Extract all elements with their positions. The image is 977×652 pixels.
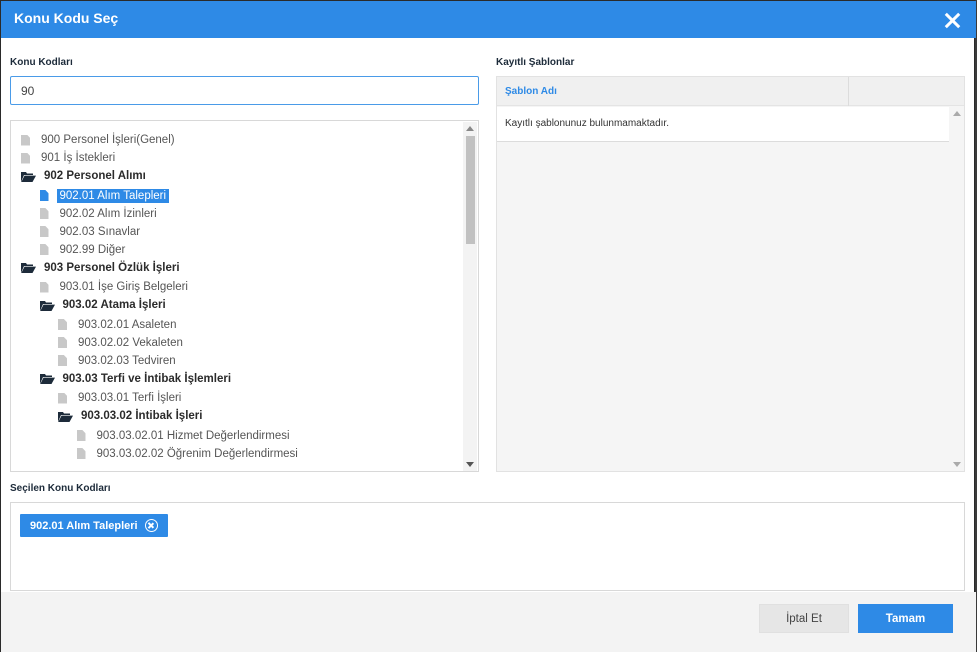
konu-kodu-sec-dialog: Konu Kodu Seç Konu Kodları 900 Personel … xyxy=(0,0,976,652)
document-icon xyxy=(58,355,67,366)
scrollbar-thumb[interactable] xyxy=(466,136,475,244)
document-icon xyxy=(58,392,67,404)
scroll-down-icon[interactable] xyxy=(466,462,474,467)
tree-item-label: 902.01 Alım Talepleri xyxy=(56,188,170,203)
tree-scrollbar[interactable] xyxy=(463,122,477,471)
folder-open-icon xyxy=(21,171,36,182)
konu-kodu-search-input[interactable] xyxy=(10,76,479,105)
tree-item-label: 903.02.03 Tedviren xyxy=(78,354,176,367)
document-icon xyxy=(39,226,49,237)
document-icon xyxy=(39,208,49,219)
selected-code-chip[interactable]: 902.01 Alım Talepleri xyxy=(20,514,168,537)
document-icon xyxy=(21,134,30,146)
dialog-footer: İptal Et Tamam xyxy=(1,592,976,652)
tree-doc-item[interactable]: 902.01 Alım Talepleri xyxy=(39,187,170,205)
folder-open-icon xyxy=(39,300,55,311)
tree-doc-item[interactable]: 903.03.02.01 Hizmet Değerlendirmesi xyxy=(76,427,293,445)
document-icon xyxy=(58,337,67,348)
konu-kodlari-tree: 900 Personel İşleri(Genel) 901 İş İstekle… xyxy=(10,120,479,472)
tree-item-label: 903.02 Atama İşleri xyxy=(62,299,166,311)
tree-item-label: 901 İş İstekleri xyxy=(41,152,116,164)
chip-label: 902.01 Alım Talepleri xyxy=(30,519,138,532)
sablon-scrollbar[interactable] xyxy=(950,107,964,471)
dialog-title: Konu Kodu Seç xyxy=(14,10,119,26)
scroll-up-icon[interactable] xyxy=(953,111,961,116)
tree-item-label: 903.03.02 İntibak İşleri xyxy=(81,410,203,422)
tree-item-label: 903.03.02.01 Hizmet Değerlendirmesi xyxy=(96,429,290,442)
tree-doc-item[interactable]: 901 İş İstekleri xyxy=(21,149,118,167)
document-icon xyxy=(39,244,49,255)
folder-open-icon xyxy=(21,262,36,273)
scroll-up-icon[interactable] xyxy=(466,126,474,131)
sablon-table-header: Şablon Adı xyxy=(497,77,964,106)
tree-item-label: 903.03.01 Terfi İşleri xyxy=(78,392,182,404)
tree-item-label: 903.03.02.02 Öğrenim Değerlendirmesi xyxy=(96,447,298,460)
tree-doc-item[interactable]: 902.03 Sınavlar xyxy=(39,223,144,241)
tree-item-label: 900 Personel İşleri(Genel) xyxy=(41,134,175,146)
secilen-kodlar-box: 902.01 Alım Talepleri xyxy=(10,502,965,591)
tree-folder-item[interactable]: 902 Personel Alımı xyxy=(21,167,149,185)
dialog-titlebar: Konu Kodu Seç xyxy=(1,1,976,38)
tree-item-label: 903.02.01 Asaleten xyxy=(78,318,177,331)
close-icon[interactable] xyxy=(942,10,962,30)
tree-doc-item[interactable]: 902.99 Diğer xyxy=(39,241,129,259)
sablon-empty-message: Kayıtlı şablonunuz bulunmamaktadır. xyxy=(505,118,669,129)
document-icon xyxy=(76,430,86,441)
tree-doc-item[interactable]: 903.03.01 Terfi İşleri xyxy=(58,389,184,407)
document-icon xyxy=(39,281,49,293)
tamam-button[interactable]: Tamam xyxy=(858,604,953,633)
tree-folder-item[interactable]: 903 Personel Özlük İşleri xyxy=(21,259,183,277)
tree-item-label: 903 Personel Özlük İşleri xyxy=(44,261,180,274)
tree-item-label: 902 Personel Alımı xyxy=(44,170,146,182)
tree-doc-item[interactable]: 902.02 Alım İzinleri xyxy=(39,205,160,223)
tree-item-label: 903.03 Terfi ve İntibak İşlemleri xyxy=(62,372,232,385)
scroll-down-icon[interactable] xyxy=(953,462,961,467)
sablon-adi-column-header[interactable]: Şablon Adı xyxy=(505,86,557,97)
tree-doc-item[interactable]: 903.03.02.02 Öğrenim Değerlendirmesi xyxy=(76,445,301,463)
secilen-konu-kodlari-label: Seçilen Konu Kodları xyxy=(10,483,111,494)
iptal-et-button[interactable]: İptal Et xyxy=(759,604,849,633)
tree-item-label: 903.01 İşe Giriş Belgeleri xyxy=(59,281,188,293)
sablon-table: Şablon Adı Kayıtlı şablonunuz bulunmamak… xyxy=(496,76,965,472)
remove-circle-icon[interactable] xyxy=(144,519,158,532)
kayitli-sablonlar-label: Kayıtlı Şablonlar xyxy=(496,57,575,68)
document-icon xyxy=(39,190,49,201)
tree-item-label: 902.02 Alım İzinleri xyxy=(59,207,157,220)
tree-doc-item[interactable]: 903.02.03 Tedviren xyxy=(58,352,179,370)
tree-doc-item[interactable]: 903.02.02 Vekaleten xyxy=(58,334,186,352)
tree-doc-item[interactable]: 900 Personel İşleri(Genel) xyxy=(21,131,178,149)
tree-folder-item[interactable]: 903.03.02 İntibak İşleri xyxy=(58,407,205,425)
tree-doc-item[interactable]: 903.02.01 Asaleten xyxy=(58,316,179,334)
sablon-empty-row: Kayıtlı şablonunuz bulunmamaktadır. xyxy=(497,107,949,142)
document-icon xyxy=(76,448,86,459)
tree-item-label: 903.02.02 Vekaleten xyxy=(78,336,183,349)
folder-open-icon xyxy=(39,373,55,384)
column-divider xyxy=(848,77,849,106)
konu-kodlari-label: Konu Kodları xyxy=(10,57,73,68)
tree-folder-item[interactable]: 903.03 Terfi ve İntibak İşlemleri xyxy=(39,370,235,388)
tree-item-label: 902.03 Sınavlar xyxy=(59,225,141,238)
document-icon xyxy=(58,319,67,330)
tree-folder-item[interactable]: 903.02 Atama İşleri xyxy=(39,296,169,314)
folder-open-icon xyxy=(58,411,73,422)
tree-item-label: 902.99 Diğer xyxy=(59,243,126,256)
document-icon xyxy=(21,152,30,164)
tree-doc-item[interactable]: 903.01 İşe Giriş Belgeleri xyxy=(39,278,191,296)
